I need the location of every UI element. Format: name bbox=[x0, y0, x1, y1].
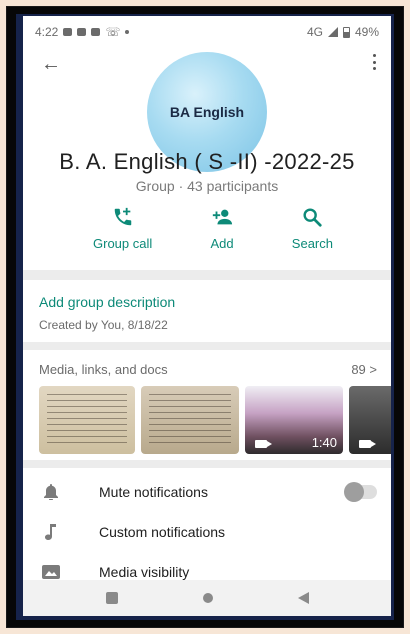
group-subtitle: Group · 43 participants bbox=[135, 178, 279, 194]
image-icon bbox=[23, 565, 79, 579]
status-time: 4:22 bbox=[35, 25, 59, 39]
dot-icon bbox=[125, 30, 130, 34]
back-icon[interactable] bbox=[297, 592, 309, 604]
battery-icon bbox=[342, 26, 350, 38]
add-call-icon bbox=[114, 207, 131, 226]
status-left: 4:22 ☏ bbox=[35, 25, 130, 39]
custom-notifications-row[interactable]: Custom notifications bbox=[23, 512, 391, 552]
add-participant-button[interactable]: Add bbox=[210, 206, 234, 260]
battery-percent: 49% bbox=[354, 25, 379, 39]
video-duration: 1:40 bbox=[311, 435, 337, 450]
back-arrow-icon[interactable]: ← bbox=[41, 54, 61, 74]
media-thumbnail[interactable] bbox=[141, 386, 239, 454]
video-icon bbox=[91, 28, 101, 36]
add-description-link[interactable]: Add group description bbox=[39, 294, 175, 310]
media-thumbnail[interactable] bbox=[39, 386, 135, 454]
group-title: B. A. English ( S -II) -2022-25 bbox=[59, 149, 355, 174]
signal-icon bbox=[327, 27, 338, 37]
group-call-button[interactable]: Group call bbox=[93, 206, 152, 260]
recent-apps-icon[interactable] bbox=[105, 592, 118, 604]
description-section: Add group description Created by You, 8/… bbox=[23, 280, 391, 342]
status-right: 4G 49% bbox=[307, 25, 379, 39]
youtube-icon bbox=[77, 28, 87, 36]
mute-toggle[interactable] bbox=[344, 482, 377, 502]
phone-icon: ☏ bbox=[105, 25, 121, 39]
media-count-link[interactable]: 89 > bbox=[351, 362, 377, 377]
avatar-text: BA English bbox=[169, 104, 245, 120]
network-label: 4G bbox=[306, 25, 323, 39]
search-button[interactable]: Search bbox=[292, 206, 333, 260]
video-thumbnail[interactable] bbox=[349, 386, 391, 454]
group-call-label: Group call bbox=[93, 236, 153, 251]
divider-band bbox=[23, 342, 391, 350]
video-thumbnail[interactable]: 1:40 bbox=[245, 386, 343, 454]
add-label: Add bbox=[210, 236, 234, 251]
media-title: Media, links, and docs bbox=[39, 362, 168, 377]
home-icon[interactable] bbox=[202, 593, 213, 603]
status-bar: 4:22 ☏ 4G 49% bbox=[23, 16, 391, 48]
created-by-text: Created by You, 8/18/22 bbox=[39, 318, 168, 332]
mute-notifications-label: Mute notifications bbox=[99, 484, 208, 500]
custom-notifications-label: Custom notifications bbox=[99, 524, 226, 540]
divider-band bbox=[23, 270, 391, 280]
search-icon bbox=[303, 208, 323, 227]
media-visibility-label: Media visibility bbox=[99, 564, 190, 580]
search-label: Search bbox=[291, 236, 333, 251]
mute-notifications-row[interactable]: Mute notifications bbox=[23, 472, 391, 512]
divider-band bbox=[23, 460, 391, 468]
notification-icon bbox=[63, 28, 73, 36]
video-camera-icon bbox=[359, 440, 376, 448]
system-nav-bar bbox=[23, 580, 391, 616]
media-section: Media, links, and docs 89 > 1:40 bbox=[23, 350, 391, 460]
music-note-icon bbox=[23, 524, 79, 540]
video-camera-icon bbox=[255, 440, 272, 448]
add-person-icon bbox=[212, 209, 233, 225]
bell-icon bbox=[23, 484, 79, 500]
more-options-icon[interactable] bbox=[373, 54, 377, 70]
group-actions: Group call Add Search bbox=[93, 206, 333, 260]
phone-screen: 4:22 ☏ 4G 49% ← BA English B. A. English… bbox=[23, 16, 391, 616]
